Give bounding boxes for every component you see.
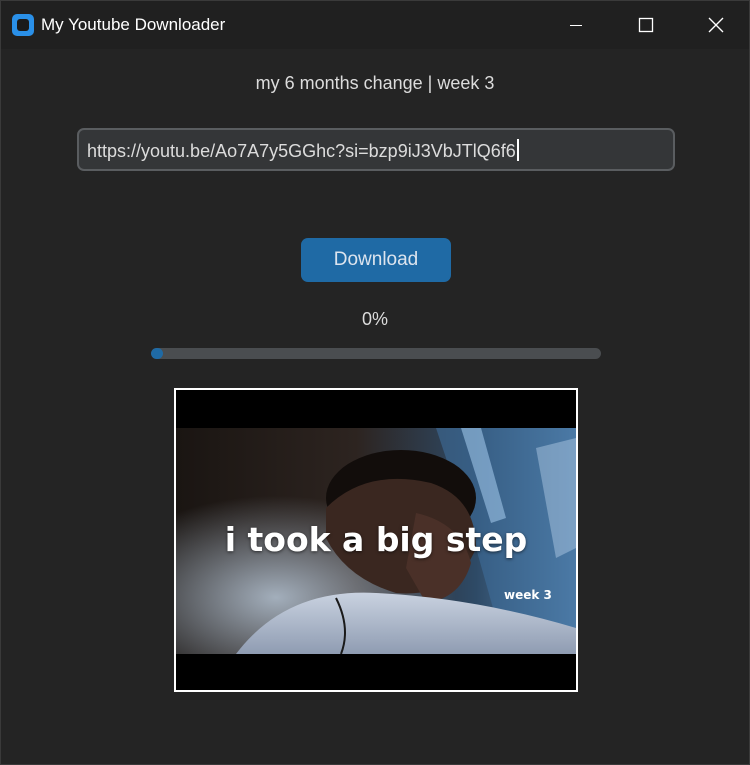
- maximize-button[interactable]: [610, 1, 678, 49]
- url-input-text[interactable]: https://youtu.be/Ao7A7y5GGhc?si=bzp9iJ3V…: [87, 139, 519, 162]
- progress-bar: [151, 348, 601, 359]
- maximize-icon: [638, 17, 654, 33]
- window-title: My Youtube Downloader: [41, 15, 226, 34]
- video-thumbnail: i took a big step week 3: [174, 388, 578, 692]
- text-caret: [516, 139, 519, 161]
- url-input[interactable]: https://youtu.be/Ao7A7y5GGhc?si=bzp9iJ3V…: [77, 128, 675, 171]
- app-window: My Youtube Downloader my 6 months change…: [0, 0, 750, 765]
- download-button[interactable]: Download: [301, 238, 451, 282]
- close-icon: [708, 17, 724, 33]
- progress-percent-label: 0%: [361, 309, 388, 329]
- close-button[interactable]: [681, 1, 749, 49]
- app-icon: [12, 14, 34, 36]
- title-bar[interactable]: My Youtube Downloader: [1, 1, 749, 49]
- progress-bar-fill: [151, 348, 163, 359]
- minimize-icon: [570, 25, 582, 26]
- url-value[interactable]: https://youtu.be/Ao7A7y5GGhc?si=bzp9iJ3V…: [87, 141, 516, 161]
- minimize-button[interactable]: [542, 1, 610, 49]
- video-title: my 6 months change | week 3: [255, 73, 495, 93]
- thumbnail-tag: week 3: [504, 588, 552, 602]
- thumbnail-caption: i took a big step: [224, 520, 528, 559]
